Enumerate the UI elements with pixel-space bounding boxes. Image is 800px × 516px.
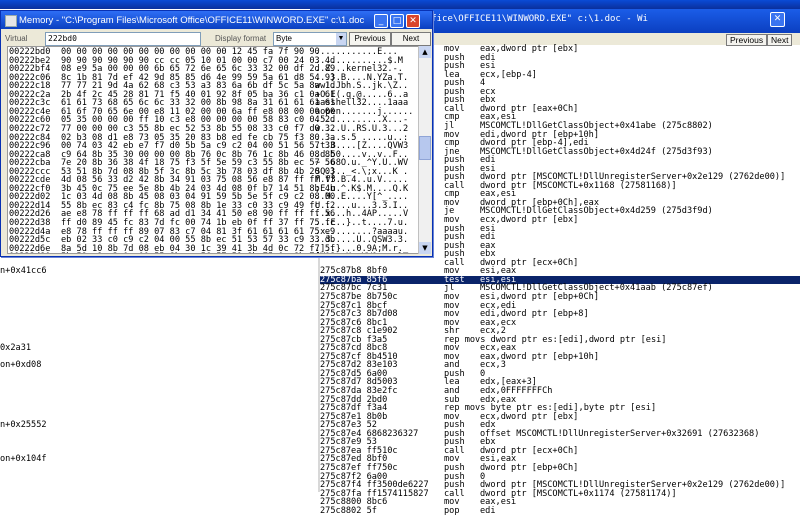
disasm-row[interactable]: 275c87ea ff510c call dword ptr [ecx+0Ch] (320, 447, 800, 456)
close-icon[interactable]: ✕ (770, 12, 785, 27)
disasm-address: 275c8802 5f (320, 505, 377, 516)
memory-previous-button[interactable]: Previous (349, 32, 391, 46)
scroll-down-icon[interactable]: ▼ (419, 242, 431, 254)
minimize-icon[interactable]: _ (374, 14, 388, 28)
disasm-row[interactable]: 275c87e1 8b0b mov ecx,dword ptr [ebx] (320, 413, 800, 422)
memory-next-button[interactable]: Next (391, 32, 431, 46)
disasm-row[interactable]: 275c87b8 8bf0 mov esi,eax (320, 267, 800, 276)
memory-hex-bytes: 5b 59 c9 c2 0c 00 55 8b ec 56 57 51 8b 7… (61, 253, 335, 254)
disasm-row[interactable]: call dword ptr [ecx+0Ch] (320, 259, 800, 268)
background-titlebar (0, 0, 800, 9)
call-stack-entry[interactable]: on+0x104f (0, 455, 47, 464)
call-stack-entry[interactable]: on+0xd08 (0, 361, 41, 370)
disasm-operands: dword ptr [ebp+0Ch] (480, 462, 579, 473)
chevron-down-icon[interactable]: ▼ (336, 33, 346, 45)
disasm-row[interactable]: 275c87e4 6868236327 push offset MSCOMCTL!D… (320, 430, 800, 439)
memory-dump[interactable]: 00222bd0 00 00 00 00 00 00 00 00 00 00 00… (7, 46, 419, 254)
disasm-row[interactable]: 275c87be 8b750c mov esi,dword ptr [ebp+0Ch… (320, 293, 800, 302)
memory-ascii: [Y....U..VWQ.u..}. (315, 253, 408, 254)
scrollbar-thumb[interactable] (419, 136, 431, 160)
disasm-operands: eax,esi (480, 497, 517, 508)
virtual-label: Virtual (5, 34, 28, 43)
memory-window-titlebar[interactable]: Memory - "C:\Program Files\Microsoft Off… (1, 11, 432, 29)
disasm-operands: MSCOMCTL!DllGetClassObject+0x4d24f (275d… (480, 146, 713, 157)
disasm-mnemonic: rep movs dword ptr es:[edi],dword ptr [e… (444, 334, 667, 345)
disasm-row[interactable]: 275c87da 83e2fc and edx,0FFFFFFFCh (320, 387, 800, 396)
maximize-icon[interactable]: □ (390, 14, 404, 28)
memory-scrollbar[interactable]: ▲ ▼ (418, 46, 431, 254)
disasm-row[interactable]: 275c8800 8bc6 mov eax,esi (320, 498, 800, 507)
call-stack-entry[interactable]: n+0x25552 (0, 421, 47, 430)
disasm-row[interactable]: 275c87d2 83e103 and ecx,3 (320, 361, 800, 370)
disasm-operands: ecx,[ebp-4] (480, 69, 537, 80)
memory-window-buttons: _ □ ✕ (374, 14, 420, 28)
disasm-address: 275c87fa ff1574115827 (320, 488, 429, 499)
disasm-operands: edi (480, 505, 496, 516)
disasm-mnemonic: pop (444, 505, 460, 516)
memory-window: Memory - "C:\Program Files\Microsoft Off… (0, 10, 433, 257)
display-format-value: Byte (276, 34, 293, 43)
memory-window-title: Memory - "C:\Program Files\Microsoft Off… (19, 15, 365, 26)
close-icon[interactable]: ✕ (406, 14, 420, 28)
disasm-row[interactable]: 275c87c3 8b7d08 mov edi,dword ptr [ebp+8] (320, 310, 800, 319)
disasm-row[interactable]: 275c8802 5f pop edi (320, 507, 800, 516)
disassembly-window-buttons: ✕ (770, 12, 785, 27)
disasm-mnemonic: mov (444, 497, 460, 508)
memory-address: 00222d80 (9, 253, 50, 254)
scroll-up-icon[interactable]: ▲ (419, 46, 431, 58)
disasm-address: 275c8800 8bc6 (320, 497, 388, 508)
disasm-row[interactable]: 275c87fa ff1574115827 call dword ptr [MSCO… (320, 490, 800, 499)
display-format-select[interactable]: Byte ▼ (273, 32, 347, 46)
disasm-operands: dword ptr [MSCOMCTL+0x1174 (27581174)] (480, 488, 677, 499)
display-format-label: Display format (215, 34, 267, 43)
disasm-row[interactable]: 275c87ef ff750c push dword ptr [ebp+0Ch] (320, 464, 800, 473)
disasm-row[interactable]: 275c87cb f3a5 rep movs dword ptr es:[edi]… (320, 336, 800, 345)
call-stack-entry[interactable]: n+0x41cc6 (0, 267, 47, 276)
disasm-mnemonic: call (444, 488, 465, 499)
address-input[interactable]: 222bd0 (45, 32, 201, 46)
window-app-icon (5, 15, 17, 27)
call-stack-entry[interactable]: 0x2a31 (0, 344, 31, 353)
disasm-operands: offset MSCOMCTL!DllUnregisterServer+0x32… (480, 428, 760, 439)
